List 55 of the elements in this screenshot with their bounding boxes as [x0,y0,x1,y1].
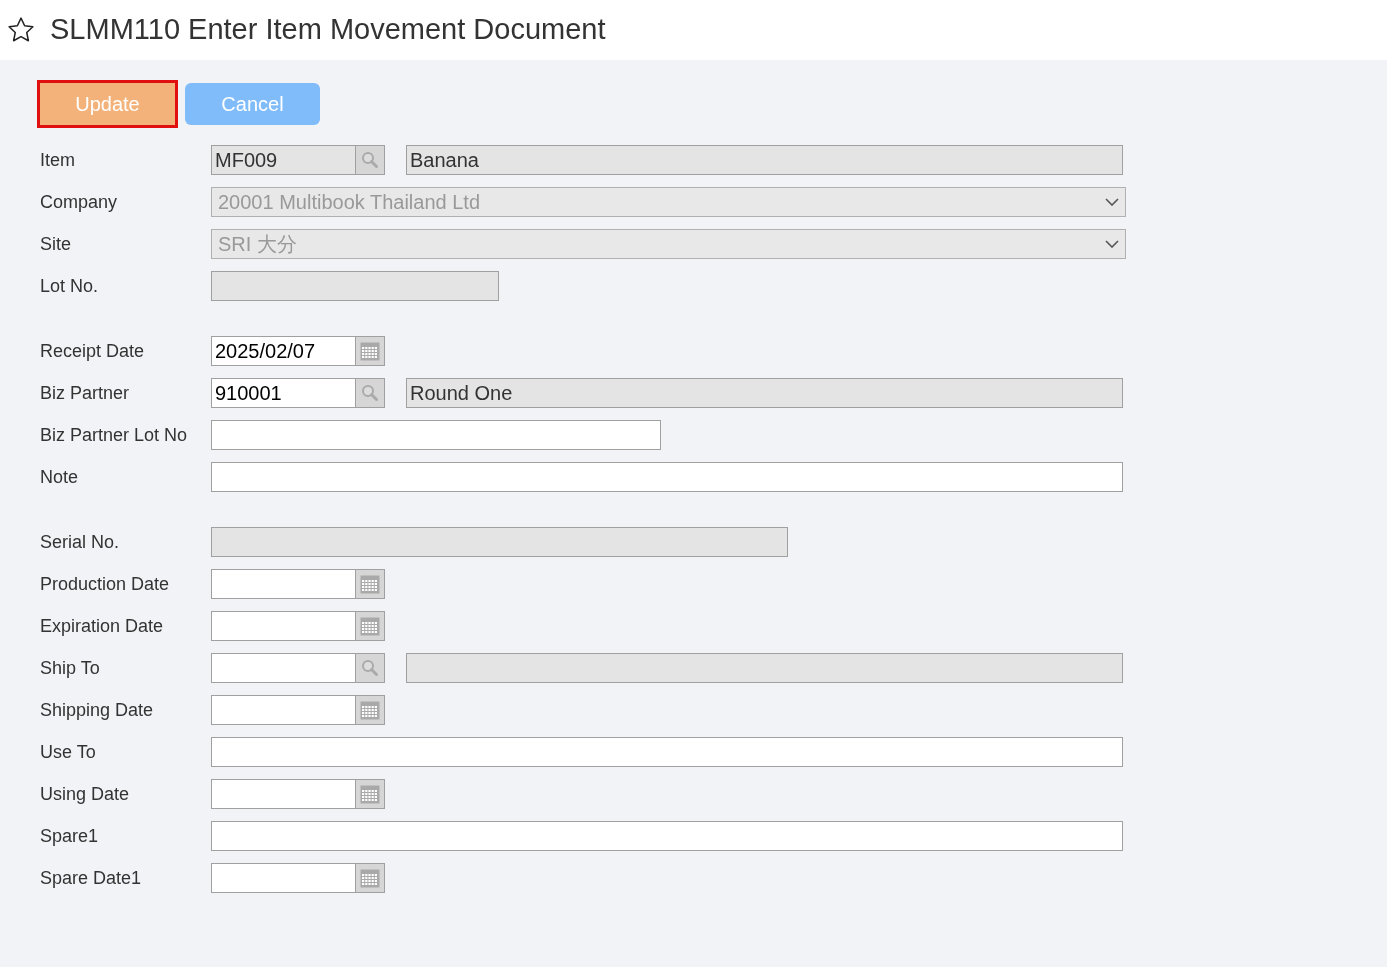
date-field[interactable] [211,611,356,641]
field-label: Shipping Date [40,698,155,722]
page-title: SLMM110 Enter Item Movement Document [50,12,606,48]
field-label: Using Date [40,782,131,806]
name-field: Round One [406,378,1123,408]
search-button[interactable] [356,653,385,683]
field-label: Site [40,232,73,256]
field-label: Serial No. [40,530,121,554]
calendar-button[interactable] [356,569,385,599]
text-field[interactable] [211,420,661,450]
calendar-button[interactable] [356,611,385,641]
field-label: Spare1 [40,824,100,848]
field-label: Item [40,148,76,172]
field-label: Receipt Date [40,339,146,363]
date-field[interactable] [211,695,356,725]
calendar-button[interactable] [356,695,385,725]
calendar-icon [360,784,380,804]
field-label: Use To [40,740,97,764]
field-label: Lot No. [40,274,100,298]
star-icon[interactable] [6,15,36,45]
text-field[interactable] [211,462,1123,492]
field-label: Company [40,190,119,214]
date-field[interactable]: 2025/02/07 [211,336,356,366]
code-field[interactable] [211,653,356,683]
search-button[interactable] [356,378,385,408]
calendar-icon [360,700,380,720]
calendar-button[interactable] [356,863,385,893]
field-label: Ship To [40,656,101,680]
date-field[interactable] [211,863,356,893]
field-label: Note [40,465,80,489]
date-field[interactable] [211,779,356,809]
calendar-button[interactable] [356,779,385,809]
calendar-icon [360,868,380,888]
name-field: Banana [406,145,1123,175]
search-button[interactable] [356,145,385,175]
calendar-icon [360,574,380,594]
cancel-button[interactable]: Cancel [185,83,320,125]
calendar-button[interactable] [356,336,385,366]
field-label: Spare Date1 [40,866,143,890]
calendar-icon [360,616,380,636]
calendar-icon [360,341,380,361]
field-label: Expiration Date [40,614,165,638]
chevron-down-icon [1105,240,1119,248]
text-field[interactable] [211,821,1123,851]
field-label: Biz Partner [40,381,131,405]
chevron-down-icon [1105,198,1119,206]
field-label: Production Date [40,572,171,596]
search-icon [361,151,379,169]
search-icon [361,659,379,677]
field-label: Biz Partner Lot No [40,423,189,447]
update-button[interactable]: Update [40,83,175,125]
search-icon [361,384,379,402]
code-field[interactable]: 910001 [211,378,356,408]
text-field[interactable] [211,737,1123,767]
date-field[interactable] [211,569,356,599]
